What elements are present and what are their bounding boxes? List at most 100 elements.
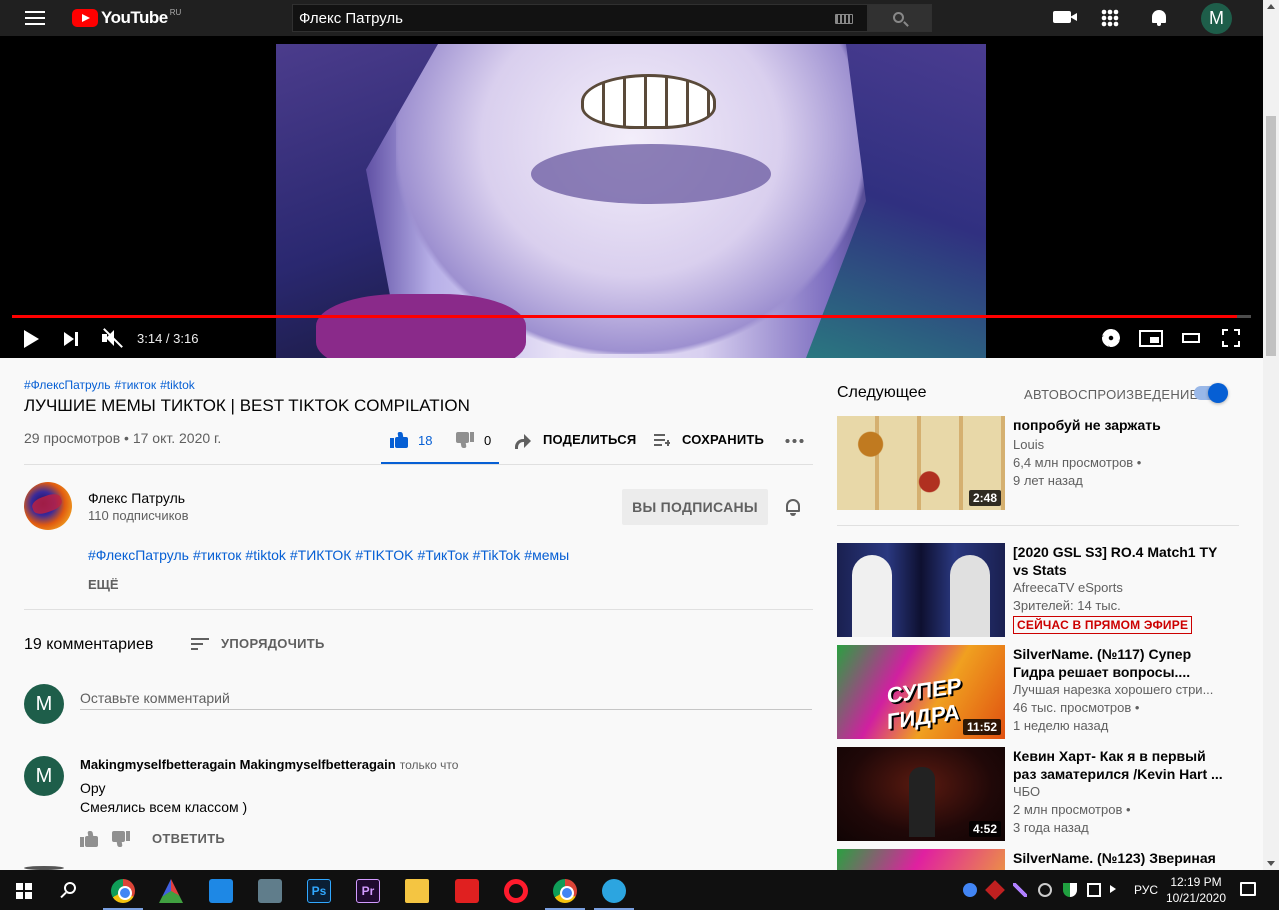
hashtag-link[interactable]: #ФлексПатруль	[88, 547, 189, 563]
comment-author-name[interactable]: Makingmyselfbetteragain Makingmyselfbett…	[80, 757, 396, 772]
chrome-profile-icon[interactable]	[553, 879, 577, 903]
sort-comments-button[interactable]: УПОРЯДОЧИТЬ	[191, 636, 325, 651]
video-thumbnail[interactable]	[837, 849, 1005, 870]
recommended-title[interactable]: Кевин Харт- Как я в первый раз заматерил…	[1013, 747, 1223, 783]
recommended-title[interactable]: SilverName. (№123) Звериная погоня. Силы…	[1013, 849, 1223, 870]
hashtag-link[interactable]: #TIKTOK	[355, 547, 413, 563]
tray-app-icon[interactable]	[1013, 883, 1027, 897]
recommended-video[interactable]: СУПЕР ГИДРА 11:52 SilverName. (№117) Суп…	[837, 645, 1239, 739]
create-video-icon[interactable]	[1053, 11, 1077, 23]
opera-icon[interactable]	[504, 879, 528, 903]
recommended-video[interactable]: 2:48 попробуй не заржать Louis 6,4 млн п…	[837, 416, 1239, 510]
youtube-play-icon	[72, 9, 98, 27]
video-player[interactable]: 3:14 / 3:16	[0, 36, 1263, 358]
comment-dislike-button[interactable]	[112, 831, 130, 847]
recommended-channel[interactable]: AfreecaTV eSports	[1013, 580, 1218, 595]
premiere-icon[interactable]: Pr	[356, 879, 380, 903]
dislike-count: 0	[484, 432, 492, 448]
comment-author[interactable]: Makingmyselfbetteragain Makingmyselfbett…	[80, 757, 458, 772]
account-avatar[interactable]: M	[1201, 3, 1232, 34]
autoplay-toggle[interactable]	[1194, 383, 1228, 403]
recommended-title[interactable]: [2020 GSL S3] RO.4 Match1 TY vs Stats	[1013, 543, 1223, 579]
video-thumbnail[interactable]: 2:48	[837, 416, 1005, 510]
keyboard-icon[interactable]	[835, 14, 853, 24]
share-button[interactable]: ПОДЕЛИТЬСЯ	[515, 432, 636, 449]
network-icon[interactable]	[1087, 883, 1101, 897]
miniplayer-icon[interactable]	[1139, 330, 1163, 347]
reply-button[interactable]: ОТВЕТИТЬ	[152, 831, 225, 846]
taskbar-search-icon[interactable]	[64, 882, 76, 894]
notifications-icon[interactable]	[1150, 9, 1168, 27]
recommended-title[interactable]: попробуй не заржать	[1013, 416, 1223, 434]
next-icon[interactable]	[64, 332, 80, 346]
hashtag-link[interactable]: #tiktok	[160, 378, 195, 392]
video-thumbnail[interactable]	[837, 543, 1005, 637]
hashtag-link[interactable]: #TikTok	[473, 547, 521, 563]
hashtag-link[interactable]: #тикток	[115, 378, 157, 392]
comment-time[interactable]: только что	[400, 758, 459, 772]
channel-name[interactable]: Флекс Патруль	[88, 490, 185, 506]
hashtag-link[interactable]: #мемы	[524, 547, 569, 563]
youtube-logo[interactable]: YouTube RU	[72, 8, 181, 28]
apps-icon[interactable]	[1101, 9, 1119, 27]
chrome-icon[interactable]	[111, 879, 135, 903]
page-scrollbar[interactable]	[1263, 0, 1279, 870]
more-actions-icon[interactable]	[784, 439, 804, 443]
divider	[837, 525, 1239, 526]
telegram-icon[interactable]	[602, 879, 626, 903]
clock-date: 10/21/2020	[1165, 891, 1227, 905]
progress-bar[interactable]	[12, 315, 1251, 318]
recommended-video[interactable]: [2020 GSL S3] RO.4 Match1 TY vs Stats Af…	[837, 543, 1239, 637]
file-explorer-icon[interactable]	[405, 879, 429, 903]
calculator-icon[interactable]	[258, 879, 282, 903]
volume-icon[interactable]	[1110, 885, 1116, 893]
scroll-up-icon[interactable]	[1267, 4, 1275, 9]
search-input[interactable]	[293, 9, 823, 27]
dislike-button[interactable]: 0	[456, 430, 491, 450]
input-language[interactable]: РУС	[1134, 883, 1158, 897]
mute-icon[interactable]	[100, 328, 124, 348]
menu-icon[interactable]	[25, 11, 45, 25]
control-panel-icon[interactable]	[209, 879, 233, 903]
tray-app-icon[interactable]	[1038, 883, 1052, 897]
taskbar-clock[interactable]: 12:19 PM 10/21/2020	[1165, 874, 1227, 906]
recommended-video[interactable]: 4:52 Кевин Харт- Как я в первый раз зама…	[837, 747, 1239, 841]
video-thumbnail[interactable]: 4:52	[837, 747, 1005, 841]
comment-input[interactable]	[80, 686, 812, 710]
windows-start-icon[interactable]	[16, 883, 32, 899]
play-icon[interactable]	[24, 330, 39, 348]
save-button[interactable]: СОХРАНИТЬ	[654, 432, 764, 447]
defender-icon[interactable]	[1063, 883, 1077, 897]
settings-icon[interactable]	[1102, 329, 1120, 347]
scroll-down-icon[interactable]	[1267, 861, 1275, 866]
scrollbar-thumb[interactable]	[1266, 116, 1276, 356]
recommended-video[interactable]: SilverName. (№123) Звериная погоня. Силы…	[837, 849, 1239, 870]
search-button[interactable]	[868, 4, 932, 32]
comment-like-button[interactable]	[80, 831, 98, 847]
hashtag-link[interactable]: #ФлексПатруль	[24, 378, 111, 392]
recommended-channel[interactable]: Louis	[1013, 437, 1218, 452]
tray-app-icon[interactable]	[985, 880, 1005, 900]
recommended-title[interactable]: SilverName. (№117) Супер Гидра решает во…	[1013, 645, 1223, 681]
recommended-channel[interactable]: Лучшая нарезка хорошего стри...	[1013, 682, 1218, 697]
hashtag-link[interactable]: #tiktok	[245, 547, 285, 563]
acrobat-icon[interactable]	[455, 879, 479, 903]
channel-avatar[interactable]	[24, 482, 72, 530]
fullscreen-icon[interactable]	[1222, 329, 1240, 347]
action-center-icon[interactable]	[1240, 882, 1256, 896]
hashtag-link[interactable]: #тикток	[193, 547, 241, 563]
show-more-button[interactable]: ЕЩЁ	[88, 577, 119, 592]
like-button[interactable]: 18	[390, 430, 432, 450]
photoshop-icon[interactable]: Ps	[307, 879, 331, 903]
theater-mode-icon[interactable]	[1182, 333, 1200, 343]
recommended-channel[interactable]: ЧБО	[1013, 784, 1218, 799]
hashtag-link[interactable]: #ТИКТОК	[290, 547, 352, 563]
app-triangle-icon[interactable]	[159, 879, 183, 903]
comment-author-avatar[interactable]: M	[24, 756, 64, 796]
tray-app-icon[interactable]	[963, 883, 977, 897]
channel-bell-icon[interactable]	[785, 498, 801, 516]
video-thumbnail[interactable]: СУПЕР ГИДРА 11:52	[837, 645, 1005, 739]
autoplay-label: АВТОВОСПРОИЗВЕДЕНИЕ	[1024, 387, 1199, 402]
subscribed-button[interactable]: ВЫ ПОДПИСАНЫ	[622, 489, 768, 525]
hashtag-link[interactable]: #ТикТок	[418, 547, 469, 563]
